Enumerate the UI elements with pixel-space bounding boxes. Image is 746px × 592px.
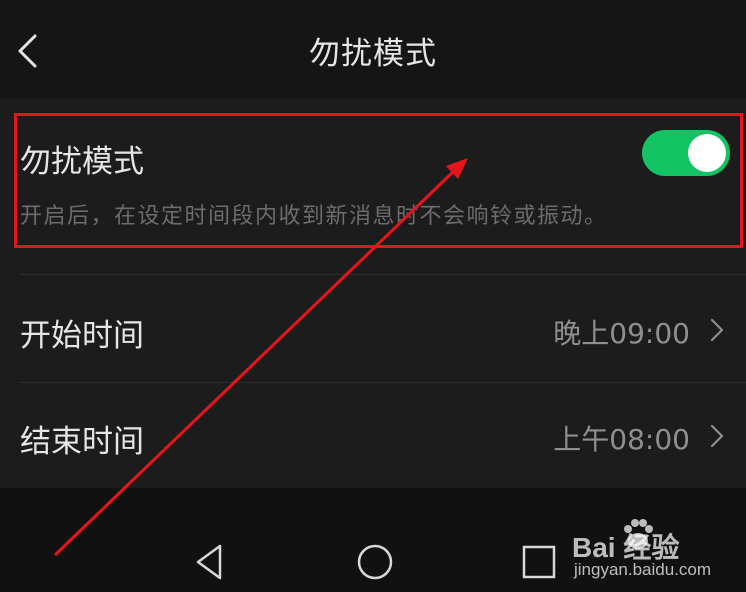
- divider: [20, 274, 746, 275]
- dnd-setting-row: 勿扰模式 开启后，在设定时间段内收到新消息时不会响铃或振动。: [0, 98, 746, 274]
- chevron-right-icon: [710, 424, 724, 448]
- end-time-row[interactable]: 结束时间 上午08:00: [0, 384, 746, 488]
- chevron-right-icon: [710, 318, 724, 342]
- start-time-label: 开始时间: [20, 318, 144, 354]
- page-title: 勿扰模式: [309, 36, 437, 72]
- divider: [20, 382, 746, 383]
- screen: 勿扰模式 勿扰模式 开启后，在设定时间段内收到新消息时不会响铃或振动。 开始时间…: [0, 0, 746, 592]
- header-bar: 勿扰模式: [0, 0, 746, 98]
- nav-recent-square-icon[interactable]: [519, 542, 559, 582]
- system-nav-bar: [0, 488, 746, 592]
- dnd-toggle[interactable]: [642, 130, 730, 176]
- start-time-value: 晚上09:00: [553, 317, 690, 350]
- settings-list: 勿扰模式 开启后，在设定时间段内收到新消息时不会响铃或振动。 开始时间 晚上09…: [0, 98, 746, 488]
- dnd-description: 开启后，在设定时间段内收到新消息时不会响铃或振动。: [20, 204, 608, 229]
- nav-back-triangle-icon[interactable]: [190, 542, 230, 582]
- toggle-knob: [688, 134, 726, 172]
- end-time-value: 上午08:00: [553, 423, 690, 456]
- start-time-row[interactable]: 开始时间 晚上09:00: [0, 276, 746, 382]
- nav-home-circle-icon[interactable]: [355, 542, 395, 582]
- end-time-label: 结束时间: [20, 424, 144, 460]
- dnd-label: 勿扰模式: [20, 144, 144, 180]
